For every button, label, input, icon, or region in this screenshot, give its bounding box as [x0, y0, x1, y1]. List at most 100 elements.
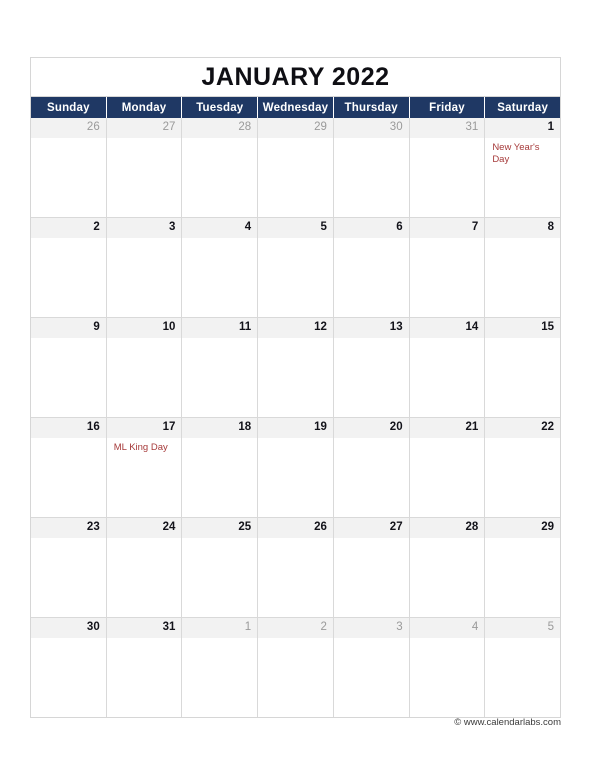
event-area[interactable]: ML King Day: [107, 438, 182, 517]
event-area[interactable]: [334, 338, 409, 417]
week-row: 30 31 1 2 3 4 5: [31, 617, 561, 717]
event-area[interactable]: [410, 338, 485, 417]
event-area[interactable]: [31, 638, 106, 717]
day-cell[interactable]: 12: [258, 318, 334, 417]
date-number: 29: [314, 121, 327, 134]
event-area[interactable]: [258, 238, 333, 317]
event-area[interactable]: [182, 338, 257, 417]
event-area[interactable]: [334, 238, 409, 317]
date-band: 28: [409, 518, 485, 538]
day-cell[interactable]: 14: [409, 318, 486, 417]
day-cell[interactable]: 27: [106, 118, 183, 217]
day-cell[interactable]: 10: [106, 318, 183, 417]
event-area[interactable]: [258, 138, 333, 217]
event-area[interactable]: [410, 238, 485, 317]
day-cell[interactable]: 16: [31, 418, 107, 517]
date-number: 13: [389, 321, 403, 334]
event-area[interactable]: [485, 238, 560, 317]
day-cell[interactable]: 5: [485, 618, 561, 717]
day-cell[interactable]: 27: [333, 518, 410, 617]
event-area[interactable]: New Year's Day: [485, 138, 560, 217]
date-number: 20: [389, 421, 403, 434]
day-cell[interactable]: 30: [31, 618, 107, 717]
event-area[interactable]: [485, 338, 560, 417]
day-cell[interactable]: 13: [333, 318, 410, 417]
date-band: 18: [182, 418, 258, 438]
event-area[interactable]: [485, 538, 560, 617]
event-area[interactable]: [31, 238, 106, 317]
day-cell[interactable]: 2: [31, 218, 107, 317]
day-cell[interactable]: 29: [258, 118, 334, 217]
date-band: 23: [31, 518, 106, 538]
weekday-header-friday: Friday: [410, 97, 486, 118]
day-cell[interactable]: 11: [182, 318, 259, 417]
event-area[interactable]: [107, 638, 182, 717]
day-cell[interactable]: 19: [258, 418, 334, 517]
day-cell[interactable]: 30: [333, 118, 410, 217]
day-cell[interactable]: 5: [258, 218, 334, 317]
day-cell[interactable]: 26: [258, 518, 334, 617]
day-cell[interactable]: 25: [182, 518, 259, 617]
event-area[interactable]: [258, 638, 333, 717]
event-area[interactable]: [258, 438, 333, 517]
day-cell[interactable]: 26: [31, 118, 107, 217]
day-cell[interactable]: 6: [333, 218, 410, 317]
event-area[interactable]: [182, 538, 257, 617]
day-cell[interactable]: 31: [106, 618, 183, 717]
event-area[interactable]: [410, 438, 485, 517]
event-area[interactable]: [258, 538, 333, 617]
day-cell[interactable]: 1: [182, 618, 259, 717]
day-cell[interactable]: 9: [31, 318, 107, 417]
day-cell[interactable]: 24: [106, 518, 183, 617]
day-cell[interactable]: 3: [333, 618, 410, 717]
event-area[interactable]: [485, 638, 560, 717]
date-number: 14: [465, 321, 479, 334]
day-cell[interactable]: 7: [409, 218, 486, 317]
event-area[interactable]: [182, 238, 257, 317]
event-area[interactable]: [182, 438, 257, 517]
event-area[interactable]: [107, 538, 182, 617]
day-cell[interactable]: 23: [31, 518, 107, 617]
event-area[interactable]: [258, 338, 333, 417]
day-cell[interactable]: 18: [182, 418, 259, 517]
day-cell[interactable]: 20: [333, 418, 410, 517]
event-area[interactable]: [410, 538, 485, 617]
day-cell[interactable]: 17 ML King Day: [106, 418, 183, 517]
date-band: 20: [333, 418, 409, 438]
event-area[interactable]: [334, 138, 409, 217]
event-area[interactable]: [182, 638, 257, 717]
event-area[interactable]: [334, 638, 409, 717]
day-cell[interactable]: 28: [409, 518, 486, 617]
event-area[interactable]: [107, 338, 182, 417]
day-cell[interactable]: 22: [485, 418, 561, 517]
event-area[interactable]: [31, 338, 106, 417]
day-cell[interactable]: 4: [409, 618, 486, 717]
event-area[interactable]: [31, 538, 106, 617]
day-cell[interactable]: 15: [485, 318, 561, 417]
date-band: 16: [31, 418, 106, 438]
date-band: 11: [182, 318, 258, 338]
event-area[interactable]: [410, 638, 485, 717]
day-cell[interactable]: 3: [106, 218, 183, 317]
date-number: 28: [465, 521, 479, 534]
event-area[interactable]: [31, 138, 106, 217]
day-cell[interactable]: 2: [258, 618, 334, 717]
day-cell[interactable]: 31: [409, 118, 486, 217]
event-area[interactable]: [31, 438, 106, 517]
day-cell[interactable]: 1 New Year's Day: [485, 118, 561, 217]
date-band: 25: [182, 518, 258, 538]
week-row: 23 24 25 26 27 28 29: [31, 517, 561, 617]
event-area[interactable]: [107, 238, 182, 317]
event-area[interactable]: [334, 538, 409, 617]
day-cell[interactable]: 28: [182, 118, 259, 217]
day-cell[interactable]: 8: [485, 218, 561, 317]
event-area[interactable]: [107, 138, 182, 217]
event-area[interactable]: [182, 138, 257, 217]
event-area[interactable]: [485, 438, 560, 517]
day-cell[interactable]: 29: [485, 518, 561, 617]
day-cell[interactable]: 21: [409, 418, 486, 517]
date-band: 27: [106, 118, 182, 138]
event-area[interactable]: [410, 138, 485, 217]
event-area[interactable]: [334, 438, 409, 517]
day-cell[interactable]: 4: [182, 218, 259, 317]
